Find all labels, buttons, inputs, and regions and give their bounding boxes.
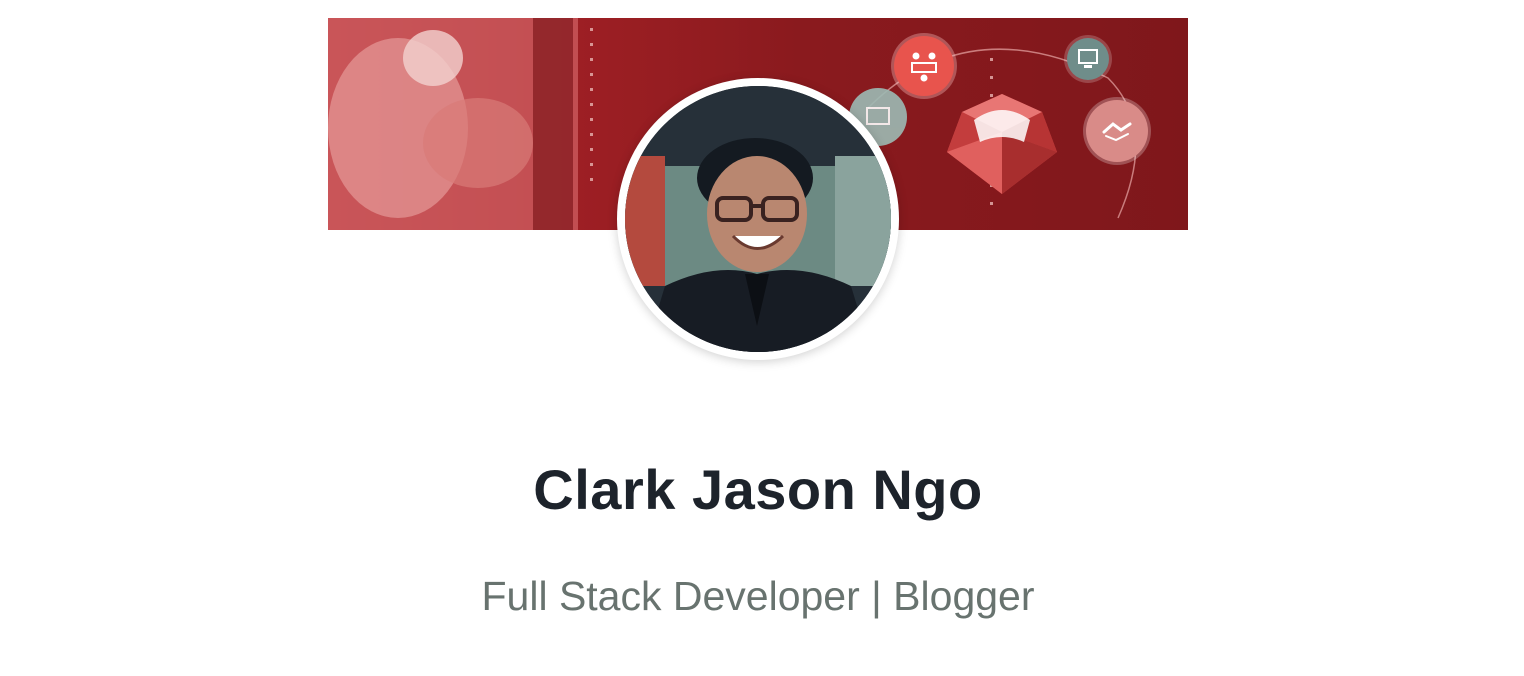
ruby-gem-icon	[932, 82, 1072, 202]
computer-icon	[1067, 38, 1109, 80]
profile-name: Clark Jason Ngo	[533, 458, 983, 521]
handshake-icon	[1086, 100, 1148, 162]
avatar[interactable]	[617, 78, 899, 360]
profile-headline: Full Stack Developer | Blogger	[481, 573, 1035, 619]
profile-photo	[625, 86, 891, 352]
profile-card: Clark Jason Ngo Full Stack Developer | B…	[328, 18, 1188, 658]
